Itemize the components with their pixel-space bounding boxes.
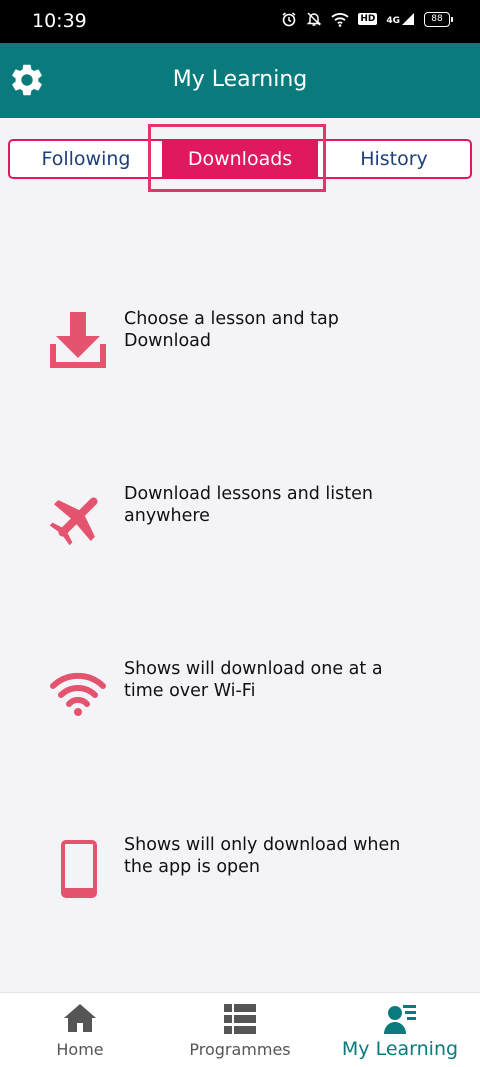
status-bar: 10:39 HD 4G 88: [0, 0, 480, 43]
hd-badge: HD: [358, 13, 378, 25]
nav-programmes[interactable]: Programmes: [160, 993, 320, 1067]
download-icon: [46, 310, 110, 374]
app-bar: My Learning: [0, 43, 480, 118]
feature-item: Choose a lesson and tap Download: [0, 298, 480, 388]
home-icon: [63, 1003, 97, 1038]
wifi-status-icon: [331, 12, 349, 27]
network-type: 4G: [386, 16, 400, 26]
tab-following[interactable]: Following: [10, 141, 162, 177]
nav-my-learning[interactable]: My Learning: [320, 993, 480, 1067]
tab-history[interactable]: History: [316, 141, 470, 177]
status-time: 10:39: [32, 10, 87, 32]
signal-icon: 4G: [386, 12, 415, 26]
highlight-box: [148, 124, 326, 192]
grid-list-icon: [223, 1003, 257, 1040]
feature-text: Download lessons and listen anywhere: [124, 484, 373, 526]
feature-text: Shows will download one at a time over W…: [124, 659, 383, 701]
alarm-icon: [281, 11, 297, 27]
feature-item: Shows will download one at a time over W…: [0, 648, 480, 738]
nav-label: My Learning: [341, 1038, 459, 1060]
feature-text: Choose a lesson and tap Download: [124, 309, 339, 351]
nav-label: Home: [56, 1040, 104, 1059]
my-learning-icon: [383, 1003, 417, 1040]
airplane-icon: [46, 485, 110, 549]
battery-indicator: 88: [424, 11, 453, 27]
mute-bell-icon: [306, 11, 322, 27]
bottom-nav: Home Programmes My Learning: [0, 992, 480, 1067]
status-icons: HD 4G 88: [281, 11, 453, 27]
phone-icon: [46, 836, 110, 900]
nav-home[interactable]: Home: [0, 993, 160, 1067]
page-title: My Learning: [172, 67, 308, 92]
wifi-icon: [46, 660, 110, 724]
nav-label: Programmes: [189, 1040, 291, 1059]
feature-item: Download lessons and listen anywhere: [0, 473, 480, 563]
feature-item: Shows will only download when the app is…: [0, 824, 480, 914]
feature-text: Shows will only download when the app is…: [124, 835, 401, 877]
